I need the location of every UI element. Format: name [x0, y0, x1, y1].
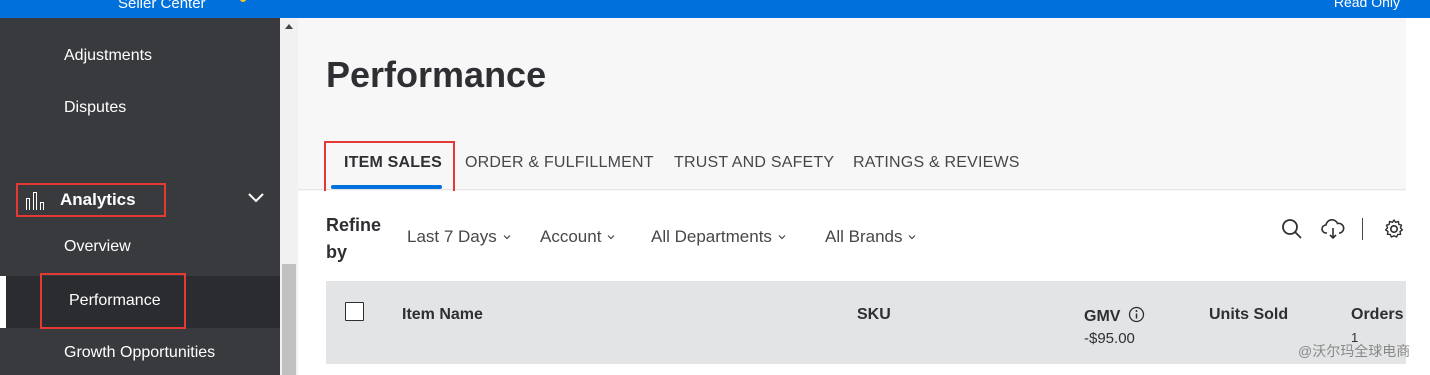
sidebar-scrollbar[interactable]: [280, 18, 298, 375]
sidebar-item-adjustments[interactable]: Adjustments: [0, 47, 280, 65]
gear-icon[interactable]: [1383, 218, 1405, 240]
sidebar-item-disputes[interactable]: Disputes: [0, 99, 280, 117]
account-filter[interactable]: Account: [540, 227, 615, 247]
tab-trust-and-safety[interactable]: TRUST AND SAFETY: [674, 154, 834, 172]
tab-order-fulfillment[interactable]: ORDER & FULFILLMENT: [465, 154, 654, 172]
toolbar-divider: [1362, 218, 1363, 240]
brand-name[interactable]: Seller Center: [118, 0, 206, 12]
filter-label: All Brands: [825, 227, 903, 246]
chevron-down-icon: [503, 235, 511, 240]
user-role[interactable]: Read Only: [1334, 0, 1400, 10]
sidebar-item-label: Analytics: [60, 190, 136, 209]
sidebar-active-indicator: [0, 276, 6, 328]
info-icon[interactable]: [1128, 306, 1145, 323]
top-bar: Seller Center Read Only: [0, 0, 1430, 18]
scrollbar-thumb[interactable]: [282, 264, 296, 375]
filter-label: All Departments: [651, 227, 772, 246]
chevron-down-icon: [778, 235, 786, 240]
chevron-down-icon: [608, 235, 615, 240]
sidebar-item-growth-opportunities[interactable]: Growth Opportunities: [0, 344, 280, 362]
search-icon[interactable]: [1281, 218, 1303, 240]
sidebar-item-performance[interactable]: Performance: [40, 273, 186, 329]
chevron-down-icon[interactable]: [247, 188, 265, 206]
refine-label: Refine by: [326, 215, 382, 262]
sidebar-item-overview[interactable]: Overview: [0, 238, 280, 256]
column-gmv[interactable]: GMV: [1084, 306, 1145, 326]
column-units-sold[interactable]: Units Sold: [1209, 306, 1288, 324]
filter-label: Account: [540, 227, 602, 246]
sidebar: Adjustments Disputes Analytics Overview …: [0, 18, 280, 375]
watermark: @沃尔玛全球电商: [1298, 343, 1411, 359]
filter-label: Last 7 Days: [407, 227, 497, 246]
analytics-icon: [26, 190, 48, 210]
scroll-up-icon[interactable]: [285, 24, 293, 29]
department-filter[interactable]: All Departments: [651, 227, 786, 247]
column-sku[interactable]: SKU: [857, 306, 891, 324]
chevron-down-icon: [909, 235, 916, 240]
column-item-name[interactable]: Item Name: [402, 306, 483, 324]
sidebar-item-analytics[interactable]: Analytics: [16, 183, 166, 217]
page-title: Performance: [326, 54, 547, 95]
spark-logo-icon: [240, 0, 246, 2]
page-right-margin: [1406, 18, 1430, 375]
date-range-filter[interactable]: Last 7 Days: [407, 227, 511, 247]
brand-filter[interactable]: All Brands: [825, 227, 916, 247]
column-orders[interactable]: Orders: [1351, 306, 1403, 324]
cloud-download-icon[interactable]: [1321, 218, 1345, 240]
select-all-checkbox[interactable]: [345, 302, 364, 321]
column-label: GMV: [1084, 308, 1121, 325]
tab-ratings-reviews[interactable]: RATINGS & REVIEWS: [853, 154, 1020, 172]
gmv-total: -$95.00: [1084, 330, 1135, 347]
